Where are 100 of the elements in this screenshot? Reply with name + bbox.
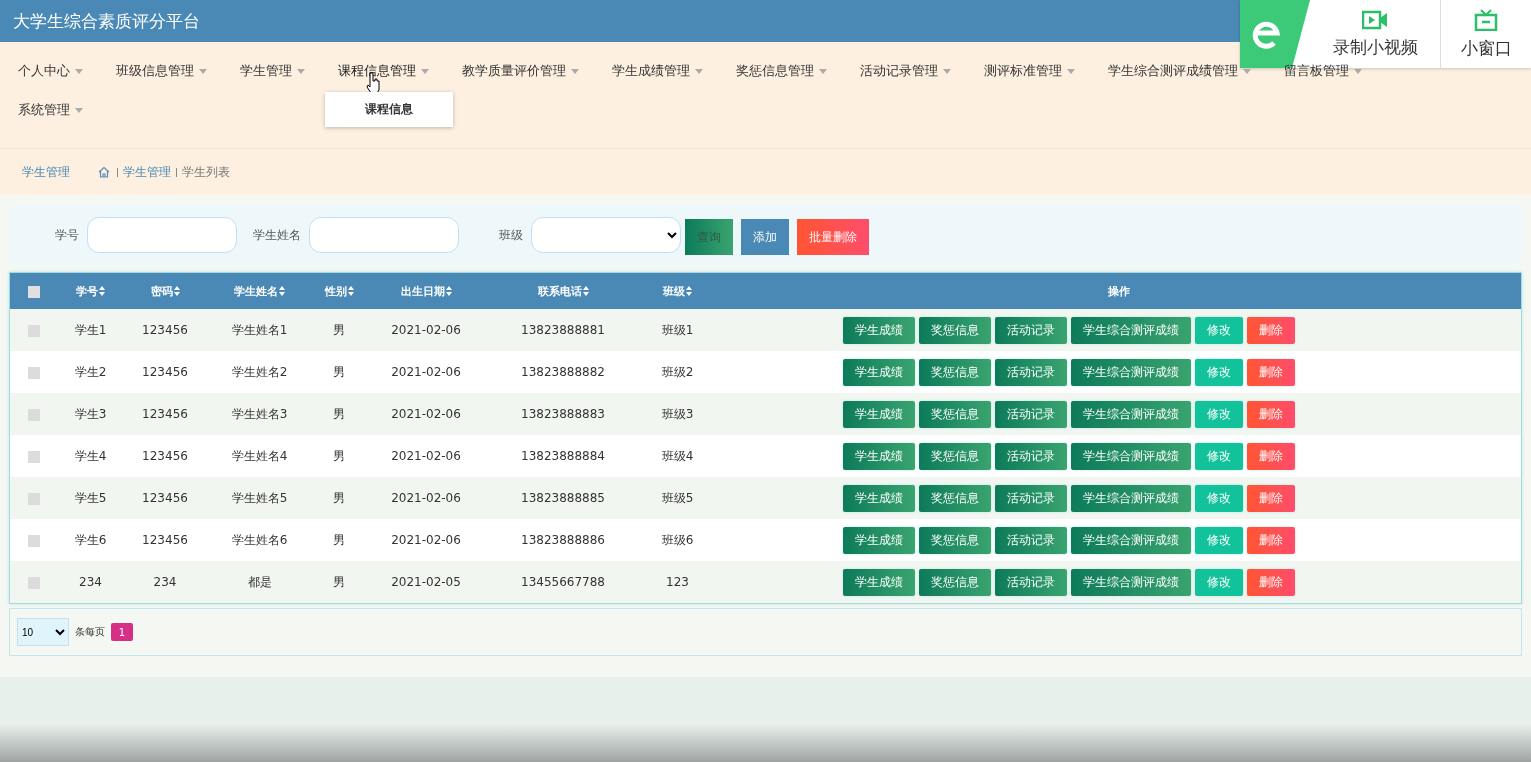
mini-window-button[interactable]: 小窗口	[1440, 0, 1531, 68]
column-header[interactable]: 班级	[663, 283, 692, 299]
view-button[interactable]: 学生综合测评成绩	[1071, 316, 1191, 344]
view-button[interactable]: 学生成绩	[843, 484, 915, 512]
table-cell: 2021-02-06	[391, 323, 461, 337]
delete-button[interactable]: 删除	[1247, 484, 1295, 512]
caret-icon	[819, 68, 827, 74]
home-icon[interactable]	[98, 166, 110, 178]
row-checkbox[interactable]	[27, 450, 40, 463]
column-header[interactable]: 密码	[150, 283, 180, 299]
view-button[interactable]: 活动记录	[995, 484, 1067, 512]
page-size-select[interactable]: 10	[17, 618, 69, 646]
table-cell: 123456	[142, 533, 188, 547]
nav-menu-item[interactable]: 奖惩信息管理	[736, 58, 827, 84]
app-title: 大学生综合素质评分平台	[13, 9, 200, 33]
table-cell: 2021-02-05	[391, 575, 461, 589]
row-checkbox[interactable]	[27, 534, 40, 547]
view-button[interactable]: 活动记录	[995, 358, 1067, 386]
table-cell: 2021-02-06	[391, 491, 461, 505]
column-header[interactable]: 学号	[76, 283, 105, 299]
edit-button[interactable]: 修改	[1195, 400, 1243, 428]
view-button[interactable]: 学生综合测评成绩	[1071, 484, 1191, 512]
nav-menu-item[interactable]: 测评标准管理	[984, 58, 1075, 84]
delete-button[interactable]: 删除	[1247, 526, 1295, 554]
table-cell: 学生1	[74, 322, 107, 337]
tv-icon	[1474, 8, 1498, 31]
table-cell: 班级6	[661, 532, 694, 547]
column-header[interactable]: 性别	[324, 283, 354, 299]
table-cell: 班级5	[661, 490, 694, 505]
edit-button[interactable]: 修改	[1195, 442, 1243, 470]
view-button[interactable]: 活动记录	[995, 442, 1067, 470]
page-number-button[interactable]: 1	[111, 623, 133, 641]
view-button[interactable]: 学生综合测评成绩	[1071, 526, 1191, 554]
view-button[interactable]: 活动记录	[995, 526, 1067, 554]
column-header[interactable]: 操作	[1107, 283, 1130, 299]
view-button[interactable]: 学生成绩	[843, 442, 915, 470]
row-checkbox[interactable]	[27, 408, 40, 421]
field-label: 班级	[499, 226, 523, 244]
edit-button[interactable]: 修改	[1195, 484, 1243, 512]
nav-menu-item[interactable]: 活动记录管理	[860, 58, 951, 84]
field-label: 学生姓名	[253, 226, 301, 244]
add-button[interactable]: 添加	[741, 219, 789, 255]
view-button[interactable]: 学生成绩	[843, 358, 915, 386]
edit-button[interactable]: 修改	[1195, 358, 1243, 386]
nav-menu-item[interactable]: 学生管理	[240, 58, 305, 84]
input-field[interactable]	[309, 217, 459, 253]
nav-menu-item[interactable]: 班级信息管理	[116, 58, 207, 84]
view-button[interactable]: 奖惩信息	[919, 484, 991, 512]
view-button[interactable]: 奖惩信息	[919, 568, 991, 596]
dropdown-item[interactable]: 课程信息	[325, 92, 453, 127]
class-select[interactable]	[531, 217, 681, 253]
delete-button[interactable]: 删除	[1247, 400, 1295, 428]
view-button[interactable]: 学生综合测评成绩	[1071, 400, 1191, 428]
input-field[interactable]	[87, 217, 237, 253]
view-button[interactable]: 学生成绩	[843, 526, 915, 554]
edit-button[interactable]: 修改	[1195, 568, 1243, 596]
table-cell: 学生姓名4	[231, 448, 288, 463]
view-button[interactable]: 奖惩信息	[919, 316, 991, 344]
delete-button[interactable]: 批量删除	[797, 219, 869, 255]
view-button[interactable]: 活动记录	[995, 400, 1067, 428]
table-cell: 学生姓名3	[231, 406, 288, 421]
edit-button[interactable]: 修改	[1195, 526, 1243, 554]
column-header[interactable]: 学生姓名	[234, 283, 285, 299]
delete-button[interactable]: 删除	[1247, 358, 1295, 386]
nav-menu-item[interactable]: 学生成绩管理	[612, 58, 703, 84]
view-button[interactable]: 奖惩信息	[919, 400, 991, 428]
table-cell: 123456	[142, 449, 188, 463]
view-button[interactable]: 学生综合测评成绩	[1071, 568, 1191, 596]
caret-icon	[695, 68, 703, 74]
column-header[interactable]: 出生日期	[400, 283, 452, 299]
view-button[interactable]: 奖惩信息	[919, 526, 991, 554]
row-checkbox[interactable]	[27, 576, 40, 589]
breadcrumb-link[interactable]: 学生管理	[123, 163, 171, 181]
view-button[interactable]: 学生成绩	[843, 568, 915, 596]
view-button[interactable]: 活动记录	[995, 568, 1067, 596]
view-button[interactable]: 奖惩信息	[919, 358, 991, 386]
column-header[interactable]: 联系电话	[537, 283, 589, 299]
table-cell: 2021-02-06	[391, 365, 461, 379]
row-checkbox[interactable]	[27, 324, 40, 337]
table-cell: 2021-02-06	[391, 533, 461, 547]
row-checkbox[interactable]	[27, 366, 40, 379]
delete-button[interactable]: 删除	[1247, 442, 1295, 470]
row-checkbox[interactable]	[27, 492, 40, 505]
table-cell: 男	[333, 574, 345, 589]
view-button[interactable]: 学生成绩	[843, 400, 915, 428]
delete-button[interactable]: 删除	[1247, 316, 1295, 344]
view-button[interactable]: 活动记录	[995, 316, 1067, 344]
nav-menu-item[interactable]: 教学质量评价管理	[462, 58, 579, 84]
edit-button[interactable]: 修改	[1195, 316, 1243, 344]
view-button[interactable]: 学生成绩	[843, 316, 915, 344]
nav-menu-item[interactable]: 系统管理	[18, 97, 83, 123]
table-cell: 男	[333, 448, 345, 463]
view-button[interactable]: 学生综合测评成绩	[1071, 358, 1191, 386]
nav-menu-item[interactable]: 个人中心	[18, 58, 83, 84]
delete-button[interactable]: 删除	[1247, 568, 1295, 596]
nav-menu-item[interactable]: 学生综合测评成绩管理	[1108, 58, 1251, 84]
view-button[interactable]: 奖惩信息	[919, 442, 991, 470]
breadcrumb-link[interactable]: 学生列表	[182, 163, 230, 181]
select-all-checkbox[interactable]	[27, 285, 40, 298]
view-button[interactable]: 学生综合测评成绩	[1071, 442, 1191, 470]
